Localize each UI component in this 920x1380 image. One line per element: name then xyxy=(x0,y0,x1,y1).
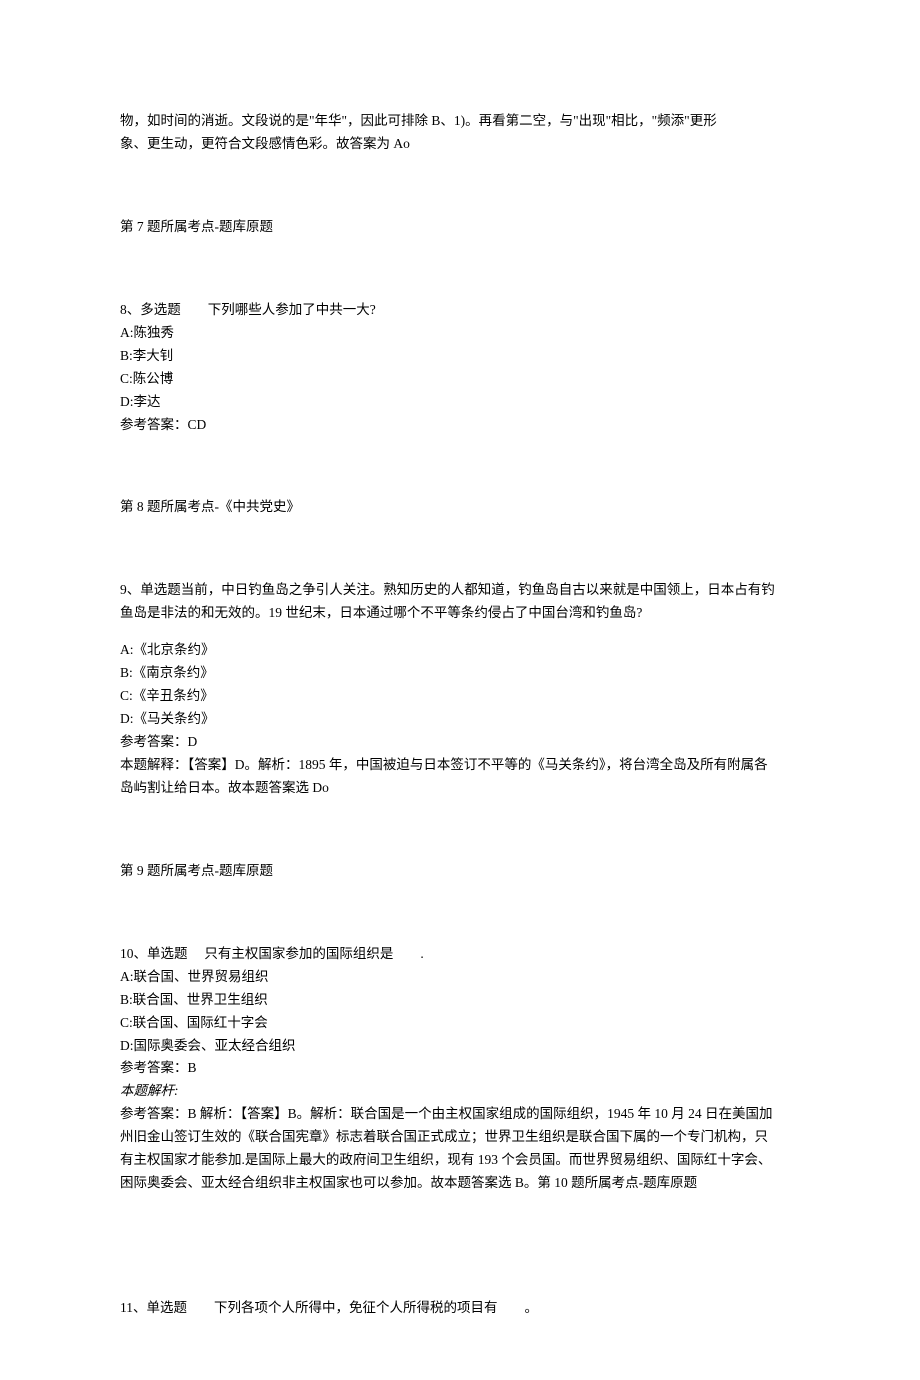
q8-answer: 参考答案：CD xyxy=(120,414,800,437)
q9-explanation-line2: 岛屿割让给日本。故本题答案选 Do xyxy=(120,777,800,800)
spacer xyxy=(120,156,800,216)
q9-header-line2: 鱼岛是非法的和无效的。19 世纪末，日本通过哪个不平等条约侵占了中国台湾和钓鱼岛… xyxy=(120,602,800,625)
q10-option-a: A:联合国、世界贸易组织 xyxy=(120,966,800,989)
spacer xyxy=(120,1255,800,1297)
q8-header: 8、多选题 下列哪些人参加了中共一大? xyxy=(120,299,800,322)
q10-explanation-line2: 州旧金山签订生效的《联合国宪章》标志着联合国正式成立；世界卫生组织是联合国下属的… xyxy=(120,1126,800,1149)
q10-answer: 参考答案：B xyxy=(120,1057,800,1080)
q9-explanation-line1: 本题解释：【答案】D。解析：1895 年，中国被迫与日本签订不平等的《马关条约》… xyxy=(120,754,800,777)
q8-option-d: D:李达 xyxy=(120,391,800,414)
item9-topic: 第 9 题所属考点-题库原题 xyxy=(120,860,800,883)
spacer xyxy=(120,625,800,639)
item7-topic: 第 7 题所属考点-题库原题 xyxy=(120,216,800,239)
q10-option-d: D:国际奥委会、亚太经合组织 xyxy=(120,1035,800,1058)
q10-explanation-line4: 困际奥委会、亚太经合组织非主权国家也可以参加。故本题答案选 B。第 10 题所属… xyxy=(120,1172,800,1195)
spacer xyxy=(120,883,800,943)
q9-header-line1: 9、单选题当前，中日钓鱼岛之争引人关注。熟知历史的人都知道，钓鱼岛自古以来就是中… xyxy=(120,579,800,602)
q9-option-d: D:《马关条约》 xyxy=(120,708,800,731)
q9-option-a: A:《北京条约》 xyxy=(120,639,800,662)
spacer xyxy=(120,239,800,299)
q8-option-a: A:陈独秀 xyxy=(120,322,800,345)
prev-explanation-line2: 象、更生动，更符合文段感情色彩。故答案为 Ao xyxy=(120,133,800,156)
item8-topic: 第 8 题所属考点-《中共党史》 xyxy=(120,496,800,519)
q8-option-b: B:李大钊 xyxy=(120,345,800,368)
q9-option-b: B:《南京条约》 xyxy=(120,662,800,685)
q8-option-c: C:陈公博 xyxy=(120,368,800,391)
q10-explanation-line3: 有主权国家才能参加.是国际上最大的政府间卫生组织，现有 193 个会员国。而世界… xyxy=(120,1149,800,1172)
spacer xyxy=(120,519,800,579)
q9-option-c: C:《辛丑条约》 xyxy=(120,685,800,708)
prev-explanation-line1: 物，如时间的消逝。文段说的是"年华"，因此可排除 B、1)。再看第二空，与"出现… xyxy=(120,110,800,133)
q10-option-b: B:联合国、世界卫生组织 xyxy=(120,989,800,1012)
q10-explanation-line1: 参考答案：B 解析：【答案】B。解析：联合国是一个由主权国家组成的国际组织，19… xyxy=(120,1103,800,1126)
q10-explanation-label: 本题解杆: xyxy=(120,1080,800,1103)
q10-header: 10、单选题 只有主权国家参加的国际组织是 . xyxy=(120,943,800,966)
document-page: 物，如时间的消逝。文段说的是"年华"，因此可排除 B、1)。再看第二空，与"出现… xyxy=(0,0,920,1380)
q10-option-c: C:联合国、国际红十字会 xyxy=(120,1012,800,1035)
spacer xyxy=(120,436,800,496)
q9-answer: 参考答案：D xyxy=(120,731,800,754)
spacer xyxy=(120,800,800,860)
spacer xyxy=(120,1195,800,1255)
